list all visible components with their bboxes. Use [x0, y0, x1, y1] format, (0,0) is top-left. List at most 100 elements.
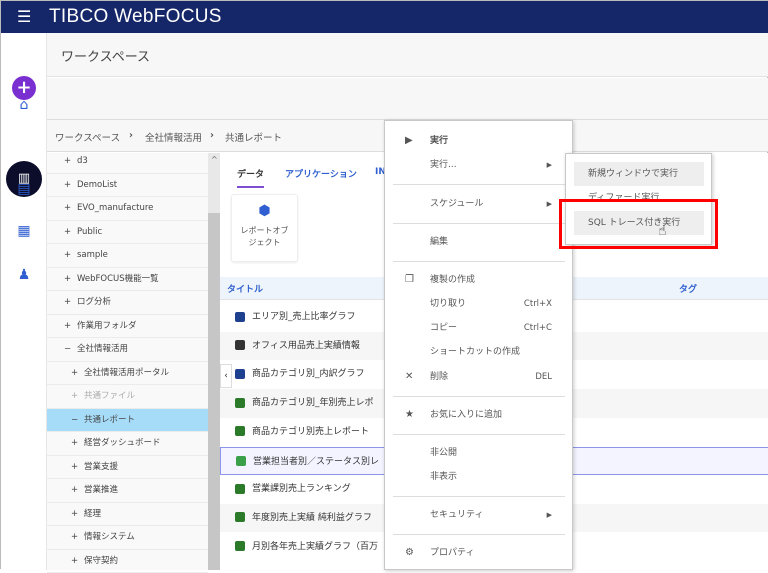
row-title: オフィス用品売上実績情報: [252, 341, 360, 351]
tree-item[interactable]: +sample: [47, 244, 208, 268]
tree-item-label: 営業推進: [84, 479, 118, 502]
tree-item[interactable]: + 営業推進: [47, 479, 208, 503]
menu-item-hide[interactable]: 非表示: [385, 467, 572, 487]
expand-icon[interactable]: +: [71, 432, 78, 455]
submenu-arrow-icon: ▶: [547, 194, 552, 214]
tree-item[interactable]: +営業支援: [47, 456, 208, 480]
collapse-icon[interactable]: −: [71, 409, 78, 432]
infoassist-icon: [235, 398, 245, 408]
tree-item-label: 共通ファイル: [84, 385, 135, 408]
expand-icon[interactable]: +: [64, 291, 71, 314]
home-icon[interactable]: ⌂: [14, 95, 34, 115]
tree-item[interactable]: + DemoList: [47, 174, 208, 198]
tree-item-label: d3: [77, 150, 88, 173]
tree-item[interactable]: + 共通ファイル: [47, 385, 208, 409]
breadcrumb-item[interactable]: ワークスペース: [55, 130, 120, 144]
tree-scrollbar-thumb[interactable]: [208, 213, 220, 570]
menu-item-add-favorite[interactable]: ★お気に入りに追加: [385, 405, 572, 425]
menu-item-label: 切り取り: [430, 294, 466, 314]
column-tag[interactable]: タグ: [679, 282, 697, 295]
expand-icon[interactable]: +: [64, 244, 71, 267]
tree-item[interactable]: + 保守契約: [47, 550, 208, 573]
row-title: 月別各年売上実績グラフ（百万: [252, 542, 378, 552]
menu-item-edit[interactable]: 編集: [385, 232, 572, 252]
menu-item-schedule[interactable]: スケジュール▶: [385, 194, 572, 214]
menu-item-run[interactable]: ▶実行: [385, 131, 572, 151]
tree-item[interactable]: +作業用フォルダ: [47, 315, 208, 339]
menu-item-unpublish[interactable]: 非公開: [385, 443, 572, 463]
tree-item[interactable]: −全社情報活用: [47, 338, 208, 362]
expand-icon[interactable]: +: [64, 315, 71, 338]
shortcut-label: DEL: [535, 367, 552, 387]
top-bar: ☰ TIBCO WebFOCUS: [1, 1, 768, 33]
expand-icon[interactable]: +: [71, 362, 78, 385]
menu-item-run-new-window[interactable]: 新規ウィンドウで実行: [574, 162, 704, 186]
chevron-right-icon: ›: [210, 130, 214, 141]
tree-item-label: DemoList: [77, 174, 117, 197]
tree-item-label: EVO_manufacture: [77, 197, 153, 220]
tree-item-label: 保守契約: [84, 550, 118, 573]
tab-data[interactable]: データ: [237, 167, 264, 188]
menu-item-cut[interactable]: 切り取りCtrl+X: [385, 294, 572, 314]
chart-icon: [235, 312, 245, 322]
menu-item-copy[interactable]: コピーCtrl+C: [385, 318, 572, 338]
tree-item[interactable]: +Public: [47, 221, 208, 245]
tree-item[interactable]: + d3: [47, 150, 208, 174]
row-title: 営業課別売上ランキング: [252, 484, 351, 494]
infoassist-icon: [235, 484, 245, 494]
breadcrumb-item[interactable]: 全社情報活用: [145, 130, 202, 144]
delete-icon: ✕: [405, 367, 413, 387]
tree-item[interactable]: +ログ分析: [47, 291, 208, 315]
menu-item-security[interactable]: セキュリティ▶: [385, 505, 572, 525]
folder-data-icon[interactable]: ▤: [14, 179, 34, 199]
tree-item[interactable]: +情報システム: [47, 526, 208, 550]
expand-icon[interactable]: +: [64, 221, 71, 244]
sheet-icon: [236, 456, 246, 466]
tree-item[interactable]: +経営ダッシュボード: [47, 432, 208, 456]
breadcrumb-item[interactable]: 共通レポート: [225, 130, 282, 144]
menu-item-run-as[interactable]: 実行...▶: [385, 155, 572, 175]
tree-item[interactable]: +経理: [47, 503, 208, 527]
user-settings-icon[interactable]: ♟: [14, 265, 34, 285]
menu-item-create-shortcut[interactable]: ショートカットの作成: [385, 342, 572, 362]
expand-icon[interactable]: +: [71, 456, 78, 479]
expand-icon[interactable]: +: [71, 526, 78, 549]
chart-icon: [235, 369, 245, 379]
menu-item-duplicate[interactable]: ❐複製の作成: [385, 270, 572, 290]
folder-tree: + d3 + DemoList + EVO_manufacture+Public+samp…: [47, 153, 208, 570]
report-icon: [235, 340, 245, 350]
menu-divider: [393, 534, 565, 535]
tree-item[interactable]: +WebFOCUS機能一覧: [47, 268, 208, 292]
tab-application[interactable]: アプリケーション: [285, 167, 357, 180]
infoassist-icon: [235, 426, 245, 436]
expand-icon[interactable]: +: [64, 197, 71, 220]
column-title[interactable]: タイトル: [227, 282, 263, 295]
tree-item[interactable]: −共通レポート: [47, 409, 208, 433]
submenu-arrow-icon: ▶: [547, 155, 552, 175]
expand-icon[interactable]: +: [64, 174, 71, 197]
menu-item-label: 非公開: [430, 443, 457, 463]
toolbar-band: [47, 78, 768, 120]
expand-icon[interactable]: +: [71, 503, 78, 526]
menu-item-delete[interactable]: ✕ 削除 DEL: [385, 367, 572, 387]
menu-divider: [393, 223, 565, 224]
tree-item[interactable]: +全社情報活用ポータル: [47, 362, 208, 386]
collapse-panel-button[interactable]: ‹: [220, 364, 232, 388]
shortcut-label: Ctrl+C: [524, 318, 552, 338]
expand-icon[interactable]: +: [71, 550, 78, 573]
menu-divider: [393, 184, 565, 185]
row-title: 商品カテゴリ別売上レポート: [252, 427, 369, 437]
row-title: 営業担当者別／ステータス別レ: [253, 457, 379, 467]
collapse-icon[interactable]: −: [64, 338, 71, 361]
menu-item-properties[interactable]: ⚙プロパティ: [385, 543, 572, 563]
menu-item-label: 実行: [430, 131, 448, 151]
expand-icon[interactable]: +: [71, 385, 78, 408]
report-object-tile[interactable]: ⬢ レポートオブジェクト: [231, 194, 298, 262]
portal-icon[interactable]: ▦: [14, 221, 34, 241]
expand-icon[interactable]: +: [71, 479, 78, 502]
tree-item[interactable]: + EVO_manufacture: [47, 197, 208, 221]
hamburger-icon[interactable]: ☰: [17, 7, 31, 26]
expand-icon[interactable]: +: [64, 150, 71, 173]
menu-item-label: 削除: [430, 367, 448, 387]
expand-icon[interactable]: +: [64, 268, 71, 291]
